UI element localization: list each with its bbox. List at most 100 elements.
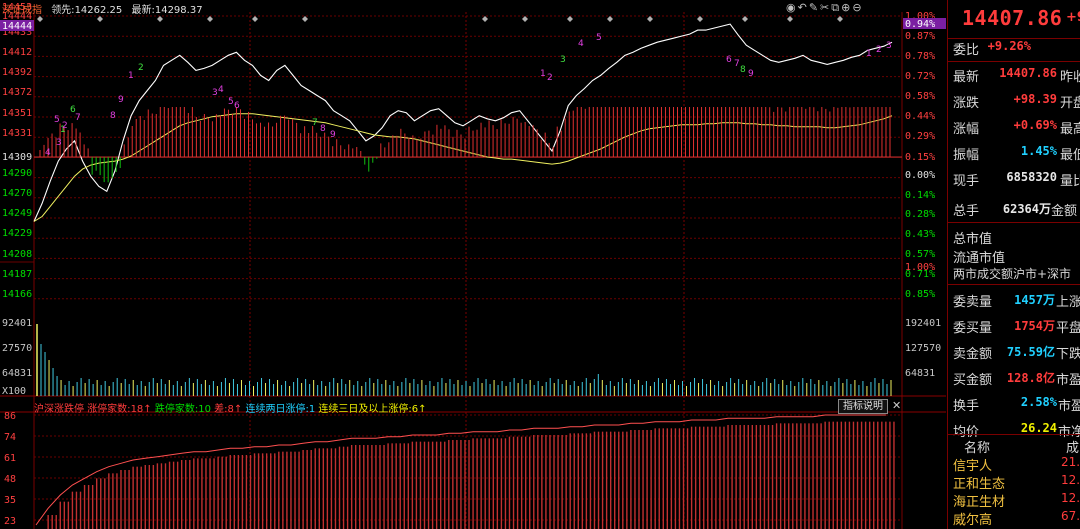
down-value: 10 <box>198 404 211 415</box>
float-mv-label: 流通市值 <box>953 251 1006 266</box>
row-weibi: 委比 +9.26% <box>948 35 1080 61</box>
td-label: 4 <box>218 85 224 95</box>
td-label: 9 <box>748 69 754 79</box>
td-label: 3 <box>56 138 62 148</box>
indicator-explain-button[interactable]: 指标说明 <box>838 399 888 414</box>
vol-tick: 27570 <box>2 343 32 354</box>
pct-tick: 1.00% <box>905 262 935 273</box>
td-label: 1 <box>128 71 134 81</box>
td-label: 7 <box>312 118 318 128</box>
stock-name: 正和生态 <box>953 477 1006 492</box>
stock-row[interactable]: 正和生态 12. <box>948 473 1080 492</box>
flat-count-label: 平盘 <box>1056 321 1080 336</box>
draw-icon[interactable]: ✎ <box>809 1 820 14</box>
undo-icon[interactable]: ↶ <box>798 1 809 14</box>
vol-tick-right: 127570 <box>905 343 941 354</box>
current-hand-label: 现手 <box>953 174 980 189</box>
zoom-in-icon[interactable]: ⊕ <box>841 1 852 14</box>
row-buy-amt: 买金额 128.8亿 市盈 <box>948 365 1080 391</box>
pct-tick: 0.00% <box>905 170 935 181</box>
latest-label: 最新 <box>953 70 980 85</box>
zoom-out-icon[interactable]: ⊖ <box>852 1 863 14</box>
limit-title: 沪深涨跌停 <box>34 404 84 415</box>
sell-amt-label: 卖金额 <box>953 347 993 362</box>
td-label: 7 <box>75 113 81 123</box>
stock-pct: 12. <box>1061 473 1080 487</box>
td-label: 2 <box>138 63 144 73</box>
pct-tick: 0.78% <box>905 51 935 62</box>
stock-row[interactable]: 威尔高 67. <box>948 509 1080 528</box>
change-pct-value: +0.69% <box>1013 118 1057 132</box>
row-total-hand: 总手 62364万 金额 <box>948 196 1080 222</box>
chart-header: 深证成指 领先:14262.25 最新:14298.37 <box>2 1 203 16</box>
price-tick: 14229 <box>2 228 32 239</box>
stock-row[interactable]: 海正生材 12. <box>948 491 1080 510</box>
latest-label: 最新: <box>131 5 155 16</box>
pct-tick: 0.14% <box>905 190 935 201</box>
td-label: 2 <box>547 73 553 83</box>
td-label: 5 <box>596 33 602 43</box>
pct-tick: 0.58% <box>905 91 935 102</box>
low-label: 最低 <box>1060 148 1080 163</box>
buy-amt-label: 买金额 <box>953 373 993 388</box>
pct-tick: 0.43% <box>905 229 935 240</box>
td-label: 3 <box>886 41 892 51</box>
price-change-partial: +9 <box>1066 10 1080 25</box>
change-label: 涨跌 <box>953 96 980 111</box>
current-pct-marker-text: 0.94% <box>905 19 935 30</box>
change-value: +98.39 <box>1013 92 1057 106</box>
up-label: 涨停家数: <box>87 404 131 415</box>
diff-value: 8↑ <box>227 404 243 415</box>
total-mv-label: 总市值 <box>953 232 993 247</box>
quote-panel: 14407.86 +9 委比 +9.26% 最新 14407.86 昨收 涨跌 … <box>947 0 1080 529</box>
stock-row[interactable]: 信宇人 21. <box>948 455 1080 474</box>
row-sell-amt: 卖金额 75.59亿 下跌 <box>948 339 1080 365</box>
pct-tick: 0.44% <box>905 111 935 122</box>
td-label: 4 <box>578 39 584 49</box>
pct-tick: 0.57% <box>905 249 935 260</box>
up-value: 18↑ <box>130 404 152 415</box>
td-label: 5 <box>54 115 60 125</box>
limit-tick: 48 <box>4 474 16 485</box>
buy-amt-value: 128.8亿 <box>1006 371 1055 385</box>
stock-name: 威尔高 <box>953 513 993 528</box>
limit-bar: 沪深涨跌停 涨停家数:18↑ 跌停家数:10 差:8↑ 连续两日涨停:1 连续三… <box>34 400 427 415</box>
td-label: 5 <box>228 97 234 107</box>
weibi-label: 委比 <box>953 43 980 58</box>
pe2-label: 市盈 <box>1058 399 1080 414</box>
close-icon[interactable]: ✕ <box>892 399 901 412</box>
scissors-icon[interactable]: ✂ <box>820 1 831 14</box>
price-tick: 14309 <box>2 152 32 163</box>
weibi-value: +9.26% <box>987 39 1031 53</box>
sell-amt-value: 75.59亿 <box>1006 345 1055 359</box>
row-sell-vol: 委卖量 1457万 上涨 <box>948 287 1080 313</box>
td-label: 6 <box>234 101 240 111</box>
td-label: 8 <box>110 111 116 121</box>
current-hand-value: 6858320 <box>1006 170 1057 184</box>
buy-vol-label: 委买量 <box>953 321 993 336</box>
eye-icon[interactable]: ◉ <box>786 1 798 14</box>
stock-name: 信宇人 <box>953 459 993 474</box>
intraday-chart[interactable]: 1445314444144331441214392143721435114331… <box>0 0 946 529</box>
pct-tick: 0.15% <box>905 152 935 163</box>
td-label: 9 <box>118 95 124 105</box>
latest-value: 14298.37 <box>154 5 203 16</box>
toolbar: ◉↶✎✂⧉⊕⊖ <box>786 1 864 15</box>
two-day-value: 1 <box>308 404 316 415</box>
buy-vol-value: 1754万 <box>1014 319 1055 333</box>
pct-tick: 0.28% <box>905 209 935 220</box>
vol-tick-right: 192401 <box>905 318 941 329</box>
copy-icon[interactable]: ⧉ <box>831 1 841 14</box>
td-label: 4 <box>45 148 51 158</box>
pct-tick: 0.87% <box>905 31 935 42</box>
stock-pct: 21. <box>1061 455 1080 469</box>
td-label: 1 <box>866 49 872 59</box>
sell-vol-value: 1457万 <box>1014 293 1055 307</box>
chg-col-header: 成 <box>1066 441 1080 456</box>
limit-tick: 61 <box>4 453 16 464</box>
leader-label: 领先: <box>51 5 75 16</box>
vol-tick: 92401 <box>2 318 32 329</box>
td-label: 2 <box>876 45 882 55</box>
td-label: 8 <box>740 65 746 75</box>
current-price: 14407.86 <box>962 6 1063 30</box>
